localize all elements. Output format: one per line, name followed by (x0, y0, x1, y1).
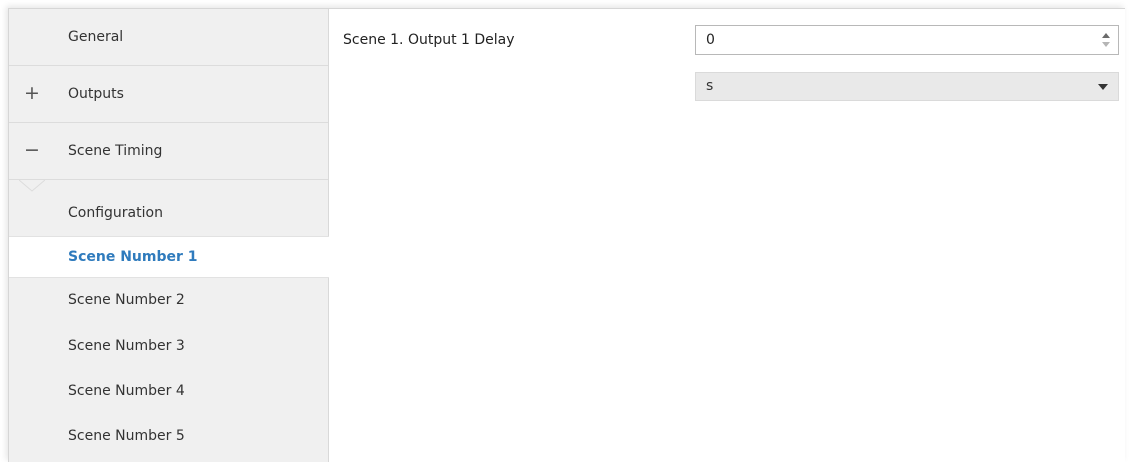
sidebar-item-label: Configuration (68, 205, 163, 221)
triangle-down-icon[interactable] (1102, 42, 1110, 47)
sidebar-item-scene-number-2[interactable]: Scene Number 2 (9, 279, 328, 321)
parameters-window: General + Outputs − Scene Timing Configu… (8, 8, 1125, 462)
sidebar-item-scene-number-4[interactable]: Scene Number 4 (9, 370, 328, 412)
delay-unit-value: s (706, 78, 714, 94)
sidebar-item-label: Scene Number 2 (68, 292, 185, 308)
sidebar-item-general[interactable]: General (9, 9, 328, 66)
sidebar-item-scene-number-5[interactable]: Scene Number 5 (9, 415, 328, 457)
expanded-group-notch-icon (19, 180, 45, 192)
sidebar-item-label: Scene Number 1 (68, 249, 198, 265)
sidebar-item-scene-timing[interactable]: − Scene Timing (9, 123, 328, 180)
sidebar: General + Outputs − Scene Timing Configu… (9, 9, 329, 462)
collapse-icon[interactable]: − (24, 139, 40, 161)
sidebar-item-outputs[interactable]: + Outputs (9, 66, 328, 123)
expand-icon[interactable]: + (24, 82, 40, 104)
delay-unit-select[interactable]: s (695, 72, 1119, 101)
output-delay-spinbox[interactable]: 0 (695, 25, 1119, 55)
sidebar-item-label: Scene Number 4 (68, 383, 185, 399)
sidebar-item-label: General (68, 29, 124, 45)
chevron-down-icon[interactable] (1098, 84, 1108, 90)
sidebar-item-label: Outputs (68, 86, 124, 102)
sidebar-item-configuration[interactable]: Configuration (9, 192, 328, 234)
sidebar-item-label: Scene Timing (68, 143, 163, 159)
sidebar-item-scene-number-3[interactable]: Scene Number 3 (9, 325, 328, 367)
sidebar-item-label: Scene Number 3 (68, 338, 185, 354)
output-delay-label: Scene 1. Output 1 Delay (343, 32, 515, 48)
triangle-up-icon[interactable] (1102, 33, 1110, 38)
sidebar-item-scene-number-1[interactable]: Scene Number 1 (9, 236, 329, 278)
spin-arrows (1101, 29, 1111, 51)
output-delay-value[interactable]: 0 (706, 32, 715, 48)
sidebar-item-label: Scene Number 5 (68, 428, 185, 444)
